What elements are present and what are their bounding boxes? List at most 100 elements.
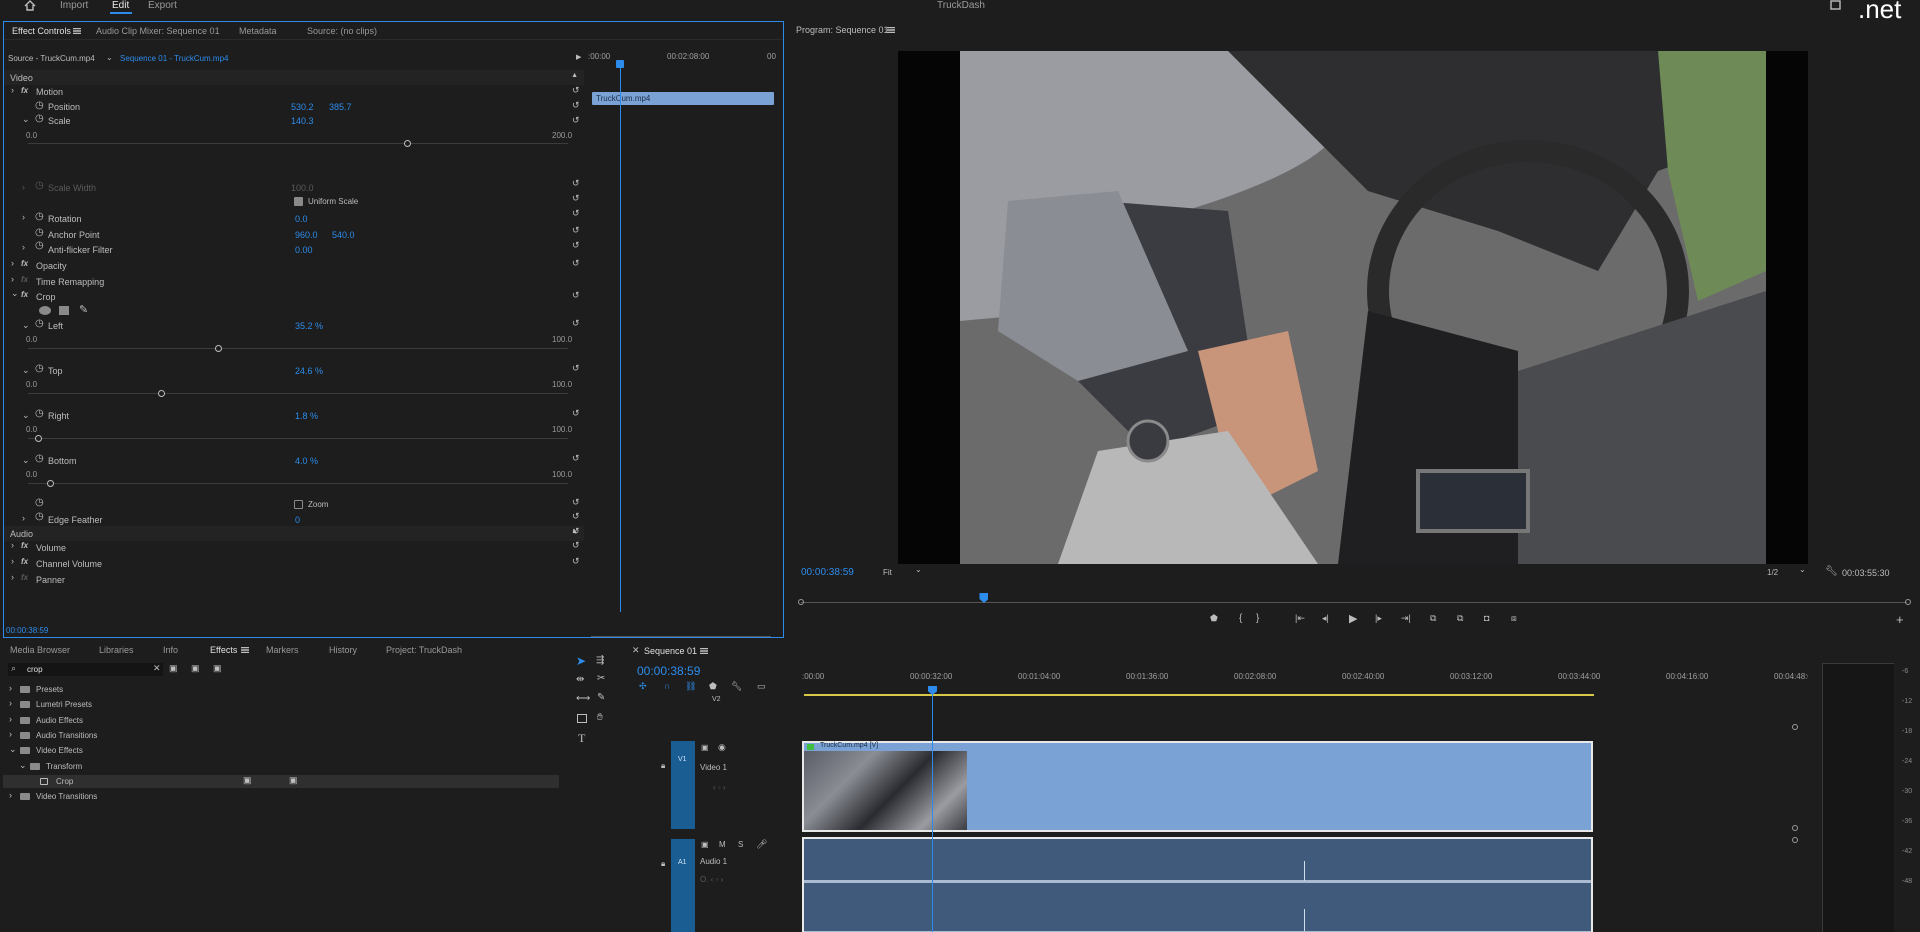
reset-icon[interactable]: ↺ bbox=[572, 526, 580, 537]
effects-tree-item[interactable]: ⌄ Video Effects bbox=[3, 744, 559, 757]
go-to-in-icon[interactable]: |⇤ bbox=[1295, 613, 1305, 624]
step-back-icon[interactable]: ◂| bbox=[1322, 613, 1329, 624]
rotation-value[interactable]: 0.0 bbox=[295, 214, 308, 224]
menu-icon[interactable] bbox=[73, 28, 81, 34]
menu-icon[interactable] bbox=[241, 647, 249, 653]
resolution-dropdown[interactable]: 1/2 bbox=[1767, 568, 1778, 577]
ec-scroll[interactable] bbox=[591, 636, 771, 637]
accelerated-filter-icon[interactable]: ▣ bbox=[169, 663, 178, 674]
rectangle-mask-icon[interactable] bbox=[59, 306, 69, 315]
vertical-scroll-knob[interactable] bbox=[1792, 837, 1798, 843]
anchor-x[interactable]: 960.0 bbox=[295, 230, 318, 240]
edge-feather-value[interactable]: 0 bbox=[295, 515, 300, 525]
crop-top-value[interactable]: 24.6 % bbox=[295, 366, 323, 376]
scale-chevron[interactable]: ⌄ bbox=[22, 114, 30, 125]
scale-slider-knob[interactable] bbox=[403, 140, 411, 147]
antiflicker-chevron[interactable]: › bbox=[22, 242, 25, 252]
chevron-right-icon[interactable]: › bbox=[9, 698, 12, 708]
scale-value[interactable]: 140.3 bbox=[291, 116, 314, 126]
reset-icon[interactable]: ↺ bbox=[572, 363, 580, 374]
chevron-right-icon[interactable]: › bbox=[9, 790, 12, 800]
chevron-down-icon[interactable]: ⌄ bbox=[915, 565, 922, 574]
stopwatch-icon[interactable]: ◷ bbox=[35, 100, 44, 111]
keyframe-nav-icon[interactable]: ‹ ◦ › bbox=[713, 783, 726, 792]
home-icon[interactable] bbox=[24, 0, 36, 11]
pen-icon[interactable]: ✎ bbox=[597, 692, 605, 703]
anchor-y[interactable]: 540.0 bbox=[332, 230, 355, 240]
tab-metadata[interactable]: Metadata bbox=[239, 26, 277, 36]
reset-icon[interactable]: ↺ bbox=[572, 408, 580, 419]
32bit-filter-icon[interactable]: ▣ bbox=[191, 663, 200, 674]
lock-icon[interactable]: 🔒︎ bbox=[661, 859, 665, 869]
crop-bottom-value[interactable]: 4.0 % bbox=[295, 456, 318, 466]
tab-audio-clip-mixer[interactable]: Audio Clip Mixer: Sequence 01 bbox=[96, 26, 220, 36]
chevron-right-icon[interactable]: › bbox=[9, 683, 12, 693]
time-remap-chevron[interactable]: › bbox=[11, 274, 14, 284]
motion-chevron[interactable]: › bbox=[11, 85, 14, 95]
zoom-checkbox[interactable] bbox=[294, 500, 303, 509]
tab-markers[interactable]: Markers bbox=[266, 645, 299, 655]
video-clip[interactable]: TruckCum.mp4 [V] bbox=[802, 741, 1593, 832]
microphone-icon[interactable]: 🎤︎ bbox=[756, 839, 767, 850]
crop-right-track[interactable] bbox=[28, 438, 568, 439]
search-input[interactable]: crop bbox=[27, 665, 43, 674]
selection-tool-icon[interactable]: ➤ bbox=[576, 654, 586, 668]
compare-icon[interactable]: ⧈ bbox=[1511, 613, 1517, 624]
add-button-icon[interactable]: + bbox=[1896, 612, 1904, 627]
mark-out-icon[interactable]: } bbox=[1256, 613, 1259, 624]
stopwatch-icon[interactable]: ◷ bbox=[35, 363, 44, 374]
reset-icon[interactable]: ↺ bbox=[572, 115, 580, 126]
settings-wrench-icon[interactable]: 🔧︎ bbox=[731, 681, 742, 692]
track-select-icon[interactable]: ⇶ bbox=[596, 655, 604, 666]
lock-icon[interactable]: 🔒︎ bbox=[661, 761, 665, 771]
wrench-icon[interactable]: 🔧︎ bbox=[1825, 566, 1838, 577]
position-y[interactable]: 385.7 bbox=[329, 102, 352, 112]
ripple-edit-icon[interactable]: ⇹ bbox=[576, 674, 584, 685]
opacity-chevron[interactable]: › bbox=[11, 258, 14, 268]
reset-icon[interactable]: ↺ bbox=[572, 318, 580, 329]
reset-icon[interactable]: ↺ bbox=[572, 100, 580, 111]
effects-tree-item[interactable]: › Lumetri Presets bbox=[3, 698, 559, 711]
chevron-down-icon[interactable]: ⌄ bbox=[1799, 565, 1806, 574]
edge-feather-chevron[interactable]: › bbox=[22, 513, 25, 523]
go-to-out-icon[interactable]: ⇥| bbox=[1401, 613, 1411, 624]
effect-item-selected[interactable]: Crop ▣ ▣ bbox=[3, 774, 559, 788]
timeline-ruler[interactable]: :00:00 00:00:32:00 00:01:04:00 00:01:36:00 0… bbox=[802, 669, 1816, 697]
toggle-sync-icon[interactable]: ▣ bbox=[701, 840, 709, 849]
slip-icon[interactable]: ⟷ bbox=[576, 693, 590, 704]
chevron-right-icon[interactable]: › bbox=[9, 714, 12, 724]
crop-bottom-knob[interactable] bbox=[46, 480, 54, 487]
pen-mask-icon[interactable]: ✎ bbox=[79, 303, 88, 316]
mute-icon[interactable]: M bbox=[719, 840, 726, 849]
reset-icon[interactable]: ↺ bbox=[572, 225, 580, 236]
stopwatch-icon[interactable]: ◷ bbox=[35, 318, 44, 329]
reset-icon[interactable]: ↺ bbox=[572, 178, 580, 189]
stopwatch-icon[interactable]: ◷ bbox=[35, 240, 44, 251]
timeline-timecode[interactable]: 00:00:38:59 bbox=[637, 664, 700, 678]
crop-right-value[interactable]: 1.8 % bbox=[295, 411, 318, 421]
effects-tree-item[interactable]: › Audio Transitions bbox=[3, 729, 559, 742]
snap-icon[interactable]: ✣ bbox=[639, 681, 647, 692]
magnet-icon[interactable]: ∩ bbox=[664, 681, 670, 691]
panner-chevron[interactable]: › bbox=[11, 572, 14, 582]
reset-icon[interactable]: ↺ bbox=[572, 290, 580, 301]
work-area-bar[interactable] bbox=[804, 694, 1594, 696]
reset-icon[interactable]: ↺ bbox=[572, 556, 580, 567]
eye-icon[interactable]: ◉ bbox=[718, 742, 726, 753]
crop-bottom-chevron[interactable]: ⌄ bbox=[22, 455, 30, 466]
rectangle-tool-icon[interactable] bbox=[577, 714, 587, 723]
tab-project[interactable]: Project: TruckDash bbox=[386, 645, 462, 655]
stopwatch-icon[interactable]: ◷ bbox=[35, 453, 44, 464]
channel-volume-chevron[interactable]: › bbox=[11, 556, 14, 566]
crop-bottom-track[interactable] bbox=[28, 483, 568, 484]
menu-icon[interactable] bbox=[700, 648, 708, 654]
tab-libraries[interactable]: Libraries bbox=[99, 645, 134, 655]
nav-export[interactable]: Export bbox=[148, 0, 177, 11]
track-target-v1[interactable] bbox=[671, 741, 695, 829]
uniform-scale-checkbox[interactable] bbox=[294, 197, 303, 206]
play-icon[interactable]: ▶ bbox=[576, 53, 581, 61]
stopwatch-icon[interactable]: ◷ bbox=[35, 497, 44, 508]
audio-clip[interactable] bbox=[802, 837, 1593, 932]
program-scrubber[interactable] bbox=[801, 602, 1907, 603]
keyframe-nav-icon[interactable]: O. ‹ ◦ › bbox=[700, 875, 723, 884]
